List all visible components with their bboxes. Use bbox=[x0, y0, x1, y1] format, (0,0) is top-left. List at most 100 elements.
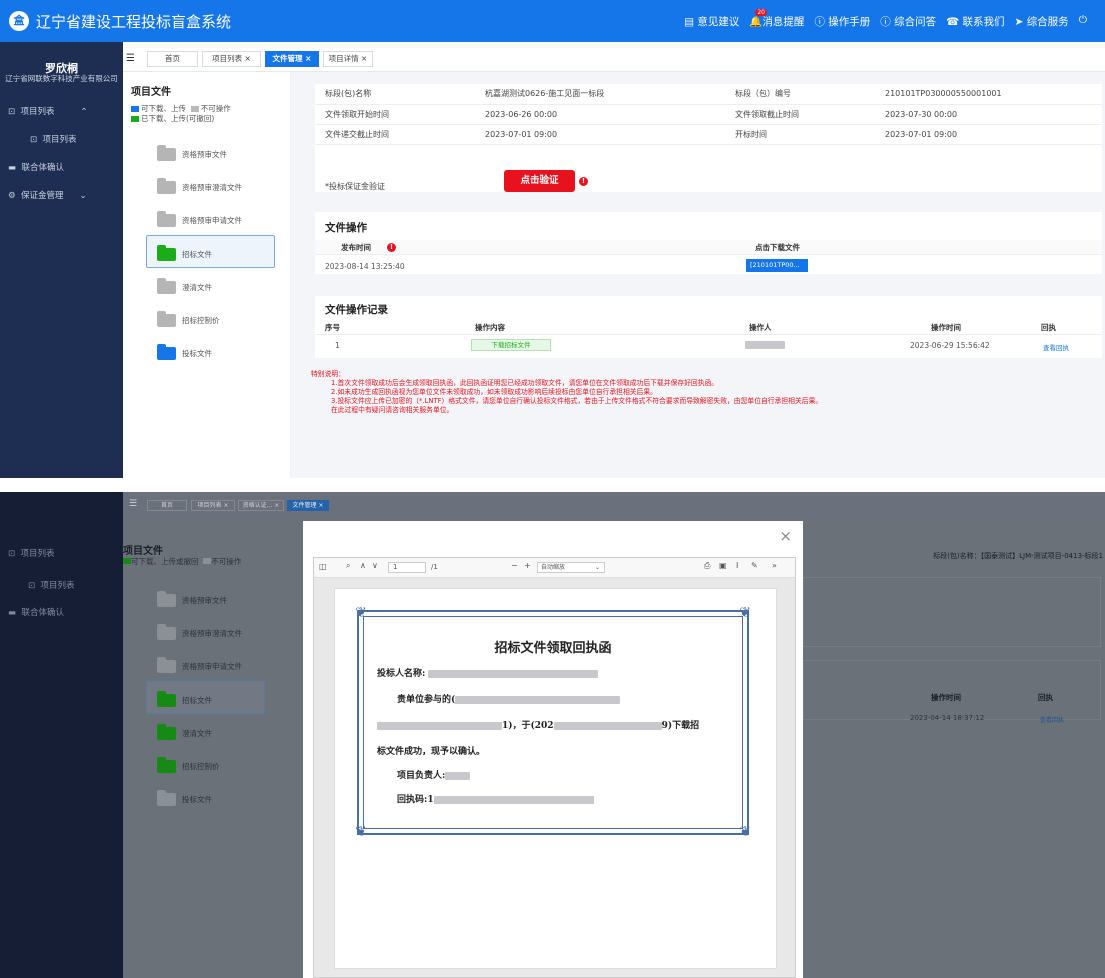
tab-home[interactable]: 首页 bbox=[147, 500, 187, 511]
manual-link[interactable]: ⓘ 操作手册 bbox=[814, 14, 870, 29]
table-row: 1 下载招标文件 2023-06-29 15:56:42 查看回执 bbox=[315, 336, 1102, 354]
prev-page-icon[interactable]: ∧ bbox=[360, 561, 366, 570]
legend-label: 可下载、上传 bbox=[141, 104, 186, 113]
tab-project-list[interactable]: 项目列表 × bbox=[202, 51, 261, 67]
download-file-button[interactable]: [210101TP00... bbox=[746, 259, 808, 272]
help-icon[interactable]: ! bbox=[387, 242, 396, 252]
file-ops-header: 发布时间 ! 点击下载文件 bbox=[315, 240, 1102, 255]
records-header: 序号 操作内容 操作人 操作时间 回执 bbox=[315, 319, 1102, 335]
tab-project-list[interactable]: 项目列表 × bbox=[191, 500, 235, 511]
folder-item[interactable]: 澄清文件 bbox=[157, 278, 212, 294]
note-line: 在此过程中有疑问请咨询相关服务单位。 bbox=[331, 406, 454, 414]
print-icon[interactable]: ⎙ bbox=[704, 561, 710, 571]
download-date-line: 1)，于(202 9)下载招 bbox=[377, 718, 699, 731]
folder-item[interactable]: 澄清文件 bbox=[157, 724, 212, 740]
redacted-text bbox=[553, 721, 662, 730]
folder-item[interactable]: 资格预审澄清文件 bbox=[157, 624, 242, 640]
sidebar-item-deposit[interactable]: ⚙ 保证金管理 ⌄ bbox=[8, 189, 87, 201]
service-link[interactable]: ➤ 综合服务 bbox=[1015, 14, 1069, 29]
section-name-label: 标段(包)名称：【国泰测试】LJM-测试项目-0413-标段1 bbox=[933, 552, 1103, 560]
operation-time: 2023-04-14 18:37:12 bbox=[910, 714, 985, 722]
folder-item[interactable]: 招标控制价 bbox=[157, 311, 220, 327]
tab-project-detail[interactable]: 项目详情 × bbox=[323, 51, 373, 67]
folder-item-selected[interactable]: 招标文件 bbox=[157, 245, 212, 261]
zoom-out-icon[interactable]: − bbox=[511, 561, 518, 570]
folder-item[interactable]: 资格预审申请文件 bbox=[157, 211, 242, 227]
search-icon[interactable]: ⌕ bbox=[346, 561, 350, 571]
folder-item[interactable]: 资格预审文件 bbox=[157, 145, 227, 161]
sidebar-subitem-project-list[interactable]: ⊡ 项目列表 bbox=[28, 579, 75, 591]
verify-button[interactable]: 点击验证 bbox=[504, 170, 575, 192]
power-icon[interactable]: ⏻ bbox=[1079, 14, 1087, 29]
view-receipt-link[interactable]: 查看回执 bbox=[1043, 342, 1069, 352]
sidebar-item-project-list[interactable]: ⊡ 项目列表 bbox=[8, 547, 55, 559]
notification-link[interactable]: 🔔 20 消息提醒 bbox=[749, 9, 804, 29]
sidebar-toggle-icon[interactable]: ◫ bbox=[319, 562, 327, 571]
sidebar-subitem-project-list[interactable]: ⊡ 项目列表 bbox=[30, 133, 77, 145]
blue-square-icon bbox=[131, 106, 139, 112]
chevron-up-icon: ⌃ bbox=[80, 107, 88, 117]
tab-file-management[interactable]: 文件管理 × bbox=[287, 500, 329, 511]
folder-icon bbox=[157, 624, 176, 640]
more-tools-icon[interactable]: » bbox=[772, 561, 777, 570]
chevron-down-icon: ⌄ bbox=[594, 564, 600, 571]
close-icon[interactable]: × bbox=[779, 527, 792, 545]
folder-label: 资格预审文件 bbox=[182, 596, 227, 605]
folder-item[interactable]: 资格预审澄清文件 bbox=[157, 178, 242, 194]
sidebar-item-project-list[interactable]: ⊡ 项目列表 ⌃ bbox=[8, 105, 88, 117]
folder-item[interactable]: 资格预审文件 bbox=[157, 591, 227, 607]
legend-label: 不可操作 bbox=[211, 557, 242, 566]
tab-home[interactable]: 首页 bbox=[147, 51, 198, 67]
folder-label: 招标控制价 bbox=[182, 316, 220, 325]
text-cursor-icon[interactable]: I bbox=[736, 561, 738, 570]
cert-text: 1)，于(202 bbox=[502, 721, 554, 731]
draw-icon[interactable]: ✎ bbox=[751, 561, 758, 570]
view-receipt-link[interactable]: 查看回执 bbox=[1040, 715, 1064, 724]
page-number-input[interactable]: 1 bbox=[388, 562, 426, 573]
feedback-label: 意见建议 bbox=[697, 16, 740, 28]
menu-toggle-icon[interactable]: ☰ bbox=[129, 499, 137, 509]
records-card: 文件操作记录 序号 操作内容 操作人 操作时间 回执 1 下载招标文件 2023… bbox=[315, 296, 1102, 358]
receipt-modal: × ◫ ⌕ ∧ ∨ 1 /1 − + 自动缩放 ⌄ ⎙ ▣ I ✎ » ❦ ❦ … bbox=[303, 521, 803, 978]
sidebar-item-consortium[interactable]: ▬ 联合体确认 bbox=[8, 161, 64, 173]
file-ops-card: 文件操作 发布时间 ! 点击下载文件 2023-08-14 13:25:40 [… bbox=[315, 212, 1102, 274]
info-value: 2023-07-30 00:00 bbox=[875, 104, 1102, 125]
corner-ornament-icon: ❦ bbox=[739, 605, 751, 621]
bell-icon: 🔔 bbox=[749, 16, 763, 28]
folder-item[interactable]: 投标文件 bbox=[157, 790, 212, 806]
info-value: 2023-07-01 09:00 bbox=[875, 124, 1102, 145]
folder-item[interactable]: 招标控制价 bbox=[157, 757, 220, 773]
menu-toggle-icon[interactable]: ☰ bbox=[126, 53, 135, 64]
help-icon[interactable]: ! bbox=[579, 177, 588, 186]
cert-text: 项目负责人: bbox=[397, 771, 446, 781]
folder-icon bbox=[157, 790, 176, 806]
contact-label: 联系我们 bbox=[962, 16, 1005, 28]
sidebar-item-consortium[interactable]: ▬ 联合体确认 bbox=[8, 606, 64, 618]
note-line: 3.投标文件应上传已加密的（*.LNTF）格式文件，请您单位自行确认投标文件格式… bbox=[331, 397, 823, 405]
faq-link[interactable]: ⓘ 综合问答 bbox=[880, 14, 936, 29]
redacted-text bbox=[433, 795, 594, 804]
folder-item-selected[interactable]: 招标文件 bbox=[157, 691, 212, 707]
folder-label: 澄清文件 bbox=[182, 729, 212, 738]
folder-item[interactable]: 投标文件 bbox=[157, 344, 212, 360]
corner-ornament-icon: ❦ bbox=[355, 824, 367, 840]
notification-badge: 20 bbox=[755, 9, 767, 16]
special-notes: 特别说明： 1.首次文件领取成功后会生成领取回执函，此回执函证明您已经成功领取文… bbox=[311, 370, 822, 415]
chevron-down-icon: ⌄ bbox=[79, 191, 87, 201]
receipt-preview-screen: ⊡ 项目列表 ⊡ 项目列表 ▬ 联合体确认 ☰ 首页 项目列表 × 资格认证..… bbox=[0, 492, 1105, 978]
folder-item[interactable]: 资格预审申请文件 bbox=[157, 657, 242, 673]
project-manager-line: 项目负责人: bbox=[397, 768, 471, 781]
cert-text: 回执码:1 bbox=[397, 795, 434, 805]
folder-icon bbox=[157, 344, 176, 360]
next-page-icon[interactable]: ∨ bbox=[372, 561, 378, 570]
legend-label: 可下载、上传或撤回 bbox=[131, 557, 199, 566]
zoom-select[interactable]: 自动缩放 ⌄ bbox=[537, 562, 605, 573]
save-icon[interactable]: ▣ bbox=[719, 561, 727, 570]
tab-qualification[interactable]: 资格认证... × bbox=[238, 500, 284, 511]
pdf-toolbar: ◫ ⌕ ∧ ∨ 1 /1 − + 自动缩放 ⌄ ⎙ ▣ I ✎ » bbox=[314, 558, 795, 578]
confirmation-line: 标文件成功，现予以确认。 bbox=[377, 747, 486, 757]
contact-link[interactable]: ☎ 联系我们 bbox=[946, 14, 1004, 29]
tab-file-management[interactable]: 文件管理 × bbox=[265, 51, 319, 67]
feedback-link[interactable]: ▤ 意见建议 bbox=[684, 14, 739, 29]
zoom-in-icon[interactable]: + bbox=[524, 561, 531, 570]
